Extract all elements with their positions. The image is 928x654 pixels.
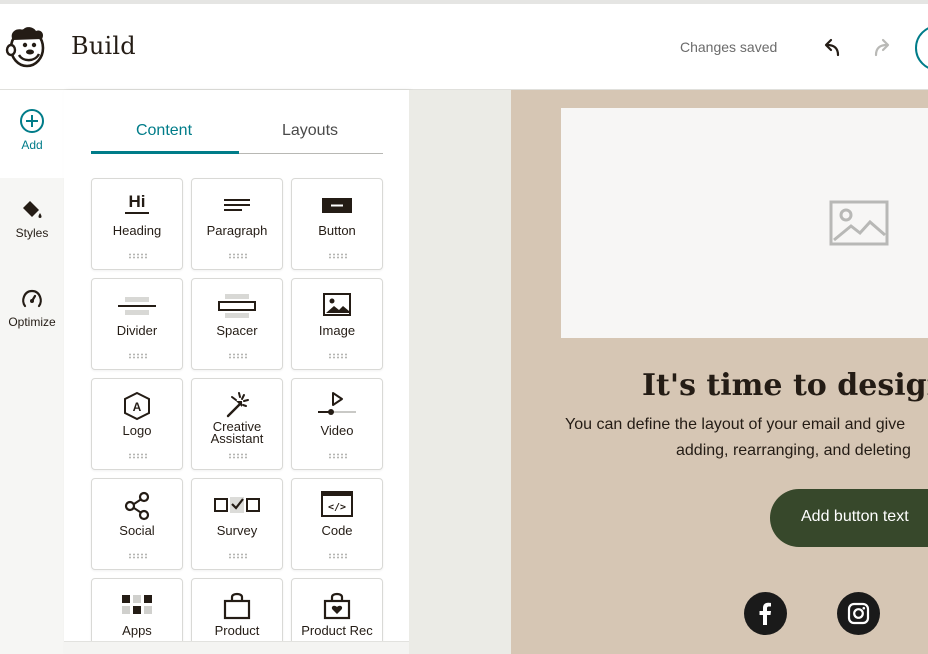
block-image[interactable]: Image — [291, 278, 383, 370]
rail-item-add[interactable]: Add — [0, 108, 64, 152]
divider-icon — [92, 291, 182, 321]
video-icon — [292, 391, 382, 421]
email-body-text-line-2[interactable]: adding, rearranging, and deleting — [676, 442, 911, 460]
heading-icon-glyph: Hi — [129, 192, 146, 211]
block-social[interactable]: Social — [91, 478, 183, 570]
header: Build Changes saved — [0, 4, 928, 90]
code-icon-glyph: </> — [328, 502, 346, 513]
block-label: Divider — [116, 323, 158, 338]
block-button[interactable]: Button — [291, 178, 383, 270]
drag-handle[interactable] — [228, 553, 248, 559]
mailchimp-logo[interactable] — [5, 24, 47, 70]
gauge-icon — [22, 289, 42, 308]
survey-icon — [192, 491, 282, 521]
email-preview: It's time to design y You can define the… — [511, 90, 928, 654]
block-label: Code — [321, 523, 353, 538]
block-creative-assistant[interactable]: Creative Assistant — [191, 378, 283, 470]
active-tab-indicator — [91, 151, 239, 154]
logo-hexagon-icon: A — [92, 391, 182, 421]
drag-handle[interactable] — [328, 453, 348, 459]
share-icon — [92, 491, 182, 521]
preview-button[interactable] — [915, 25, 928, 71]
block-label: Apps — [122, 623, 152, 638]
block-label: Social — [119, 523, 155, 538]
panel-bottom-bar — [64, 641, 409, 654]
code-icon: </> — [292, 491, 382, 521]
email-headline[interactable]: It's time to design y — [642, 368, 928, 403]
drag-handle[interactable] — [328, 353, 348, 359]
paint-bucket-icon — [23, 201, 42, 218]
paragraph-icon — [192, 191, 282, 221]
block-spacer[interactable]: Spacer — [191, 278, 283, 370]
spacer-icon — [192, 291, 282, 321]
rail-item-label: Add — [21, 138, 43, 152]
left-rail: Add Styles Optimize — [0, 90, 64, 654]
email-cta-button[interactable]: Add button text — [770, 489, 928, 547]
block-label: Spacer — [216, 323, 258, 338]
redo-icon[interactable] — [868, 34, 896, 62]
plus-circle-icon — [20, 109, 44, 133]
canvas-background — [409, 90, 511, 654]
undo-icon[interactable] — [818, 34, 846, 62]
magic-wand-icon — [192, 391, 282, 421]
drag-handle[interactable] — [128, 553, 148, 559]
rail-item-optimize[interactable]: Optimize — [0, 287, 64, 329]
block-label: Heading — [112, 223, 162, 238]
image-placeholder-icon — [829, 200, 889, 246]
block-code[interactable]: </> Code — [291, 478, 383, 570]
panel-tabs: Content Layouts — [91, 118, 383, 154]
block-logo[interactable]: A Logo — [91, 378, 183, 470]
rail-item-label: Optimize — [8, 315, 56, 329]
block-divider[interactable]: Divider — [91, 278, 183, 370]
block-label: Product Rec — [301, 623, 373, 638]
rail-item-label: Styles — [15, 226, 49, 240]
apps-icon — [92, 591, 182, 621]
block-label: Logo — [122, 423, 152, 438]
drag-handle[interactable] — [328, 253, 348, 259]
shopping-bag-icon — [192, 591, 282, 621]
rail-item-styles[interactable]: Styles — [0, 198, 64, 240]
drag-handle[interactable] — [328, 553, 348, 559]
block-label: Product — [214, 623, 260, 638]
block-label: Image — [318, 323, 356, 338]
product-rec-icon — [292, 591, 382, 621]
save-status: Changes saved — [680, 39, 778, 55]
drag-handle[interactable] — [228, 253, 248, 259]
block-video[interactable]: Video — [291, 378, 383, 470]
drag-handle[interactable] — [128, 353, 148, 359]
instagram-icon[interactable] — [837, 592, 880, 635]
button-icon — [292, 191, 382, 221]
tab-content[interactable]: Content — [91, 122, 237, 140]
logo-icon-glyph: A — [133, 400, 142, 414]
page-title: Build — [71, 32, 136, 60]
heading-icon: Hi — [92, 191, 182, 221]
image-icon — [292, 291, 382, 321]
drag-handle[interactable] — [228, 353, 248, 359]
block-paragraph[interactable]: Paragraph — [191, 178, 283, 270]
block-label: Video — [320, 423, 354, 438]
block-label: Paragraph — [206, 223, 268, 238]
block-label: Creative Assistant — [210, 419, 264, 446]
block-survey[interactable]: Survey — [191, 478, 283, 570]
block-label: Button — [318, 223, 356, 238]
facebook-icon[interactable] — [744, 592, 787, 635]
drag-handle[interactable] — [128, 453, 148, 459]
block-heading[interactable]: Hi Heading — [91, 178, 183, 270]
email-body-text-line-1[interactable]: You can define the layout of your email … — [565, 416, 905, 434]
drag-handle[interactable] — [128, 253, 148, 259]
tab-layouts[interactable]: Layouts — [237, 122, 383, 140]
drag-handle[interactable] — [228, 453, 248, 459]
email-builder: Build Changes saved Add Styles Optimize … — [0, 0, 928, 654]
image-placeholder[interactable] — [561, 108, 928, 338]
block-label: Survey — [216, 523, 258, 538]
content-panel: Content Layouts Hi Heading Paragraph But… — [64, 90, 409, 654]
